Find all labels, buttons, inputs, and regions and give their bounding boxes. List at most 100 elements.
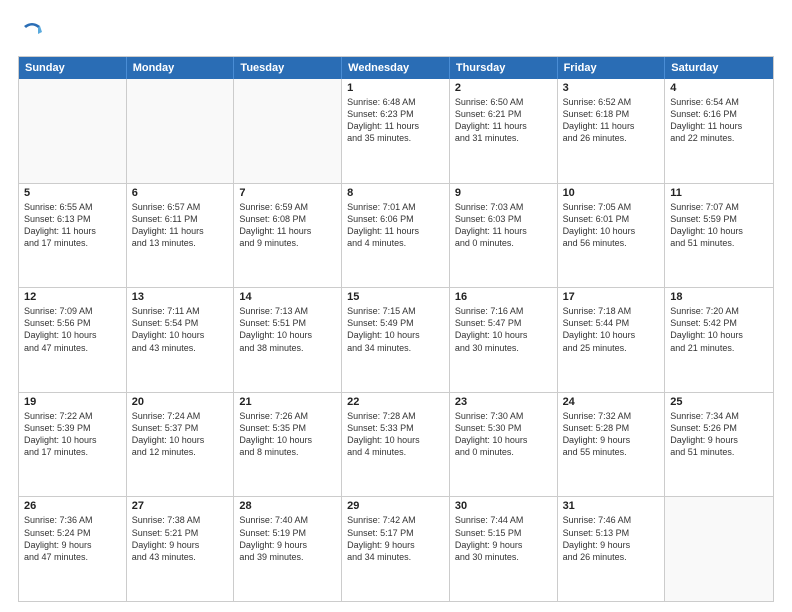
- calendar-cell: 8 Sunrise: 7:01 AM Sunset: 6:06 PM Daylig…: [342, 184, 450, 288]
- calendar-cell: 9Sunrise: 7:03 AM Sunset: 6:03 PM Daylig…: [450, 184, 558, 288]
- calendar-cell: 11 Sunrise: 7:07 AM Sunset: 5:59 PM Dayli…: [665, 184, 773, 288]
- calendar-cell: [234, 79, 342, 183]
- day-number: 30: [455, 500, 552, 512]
- day-number: 7: [239, 187, 336, 199]
- calendar-cell: 15 Sunrise: 7:15 AM Sunset: 5:49 PM Dayli…: [342, 288, 450, 392]
- calendar-header-cell: Monday: [127, 57, 235, 79]
- day-number: 13: [132, 291, 229, 303]
- cell-text: Sunrise: 7:18 AM Sunset: 5:44 PM Dayligh…: [563, 305, 660, 354]
- calendar-cell: [127, 79, 235, 183]
- cell-text: Sunrise: 7:01 AM Sunset: 6:06 PM Dayligh…: [347, 201, 444, 250]
- calendar-cell: 30 Sunrise: 7:44 AM Sunset: 5:15 PM Dayli…: [450, 497, 558, 601]
- day-number: 20: [132, 396, 229, 408]
- cell-text: Sunrise: 7:07 AM Sunset: 5:59 PM Dayligh…: [670, 201, 768, 250]
- cell-text: Sunrise: 7:15 AM Sunset: 5:49 PM Dayligh…: [347, 305, 444, 354]
- day-number: 3: [563, 82, 660, 94]
- cell-text: Sunrise: 7:40 AM Sunset: 5:19 PM Dayligh…: [239, 514, 336, 563]
- day-number: 5: [24, 187, 121, 199]
- cell-text: Sunrise: 6:48 AM Sunset: 6:23 PM Dayligh…: [347, 96, 444, 145]
- day-number: 21: [239, 396, 336, 408]
- day-number: 26: [24, 500, 121, 512]
- calendar-cell: 3 Sunrise: 6:52 AM Sunset: 6:18 PM Daylig…: [558, 79, 666, 183]
- cell-text: Sunrise: 7:16 AM Sunset: 5:47 PM Dayligh…: [455, 305, 552, 354]
- cell-text: Sunrise: 7:26 AM Sunset: 5:35 PM Dayligh…: [239, 410, 336, 459]
- cell-text: Sunrise: 7:44 AM Sunset: 5:15 PM Dayligh…: [455, 514, 552, 563]
- calendar-cell: 16 Sunrise: 7:16 AM Sunset: 5:47 PM Dayli…: [450, 288, 558, 392]
- calendar-cell: 27 Sunrise: 7:38 AM Sunset: 5:21 PM Dayli…: [127, 497, 235, 601]
- day-number: 1: [347, 82, 444, 94]
- cell-text: Sunrise: 7:38 AM Sunset: 5:21 PM Dayligh…: [132, 514, 229, 563]
- calendar-cell: 18 Sunrise: 7:20 AM Sunset: 5:42 PM Dayli…: [665, 288, 773, 392]
- cell-text: Sunrise: 7:03 AM Sunset: 6:03 PM Dayligh…: [455, 201, 552, 250]
- cell-text: Sunrise: 7:20 AM Sunset: 5:42 PM Dayligh…: [670, 305, 768, 354]
- calendar-cell: 23 Sunrise: 7:30 AM Sunset: 5:30 PM Dayli…: [450, 393, 558, 497]
- calendar-cell: 24Sunrise: 7:32 AM Sunset: 5:28 PM Dayli…: [558, 393, 666, 497]
- day-number: 19: [24, 396, 121, 408]
- calendar-cell: 1 Sunrise: 6:48 AM Sunset: 6:23 PM Daylig…: [342, 79, 450, 183]
- cell-text: Sunrise: 6:59 AM Sunset: 6:08 PM Dayligh…: [239, 201, 336, 250]
- day-number: 4: [670, 82, 768, 94]
- calendar-week: 1 Sunrise: 6:48 AM Sunset: 6:23 PM Daylig…: [19, 79, 773, 183]
- day-number: 23: [455, 396, 552, 408]
- calendar-cell: 31Sunrise: 7:46 AM Sunset: 5:13 PM Dayli…: [558, 497, 666, 601]
- cell-text: Sunrise: 6:54 AM Sunset: 6:16 PM Dayligh…: [670, 96, 768, 145]
- calendar-cell: 26 Sunrise: 7:36 AM Sunset: 5:24 PM Dayli…: [19, 497, 127, 601]
- day-number: 10: [563, 187, 660, 199]
- day-number: 27: [132, 500, 229, 512]
- calendar-body: 1 Sunrise: 6:48 AM Sunset: 6:23 PM Daylig…: [19, 79, 773, 601]
- calendar-cell: 20 Sunrise: 7:24 AM Sunset: 5:37 PM Dayli…: [127, 393, 235, 497]
- calendar-cell: 6 Sunrise: 6:57 AM Sunset: 6:11 PM Daylig…: [127, 184, 235, 288]
- day-number: 8: [347, 187, 444, 199]
- cell-text: Sunrise: 7:36 AM Sunset: 5:24 PM Dayligh…: [24, 514, 121, 563]
- calendar-cell: 25 Sunrise: 7:34 AM Sunset: 5:26 PM Dayli…: [665, 393, 773, 497]
- calendar: SundayMondayTuesdayWednesdayThursdayFrid…: [18, 56, 774, 602]
- calendar-week: 19 Sunrise: 7:22 AM Sunset: 5:39 PM Dayli…: [19, 392, 773, 497]
- calendar-cell: 17Sunrise: 7:18 AM Sunset: 5:44 PM Dayli…: [558, 288, 666, 392]
- cell-text: Sunrise: 6:52 AM Sunset: 6:18 PM Dayligh…: [563, 96, 660, 145]
- day-number: 16: [455, 291, 552, 303]
- calendar-cell: 10 Sunrise: 7:05 AM Sunset: 6:01 PM Dayli…: [558, 184, 666, 288]
- logo: [18, 18, 50, 46]
- calendar-header: SundayMondayTuesdayWednesdayThursdayFrid…: [19, 57, 773, 79]
- cell-text: Sunrise: 7:32 AM Sunset: 5:28 PM Dayligh…: [563, 410, 660, 459]
- calendar-header-cell: Wednesday: [342, 57, 450, 79]
- day-number: 12: [24, 291, 121, 303]
- cell-text: Sunrise: 6:57 AM Sunset: 6:11 PM Dayligh…: [132, 201, 229, 250]
- calendar-cell: 5 Sunrise: 6:55 AM Sunset: 6:13 PM Daylig…: [19, 184, 127, 288]
- day-number: 18: [670, 291, 768, 303]
- calendar-week: 12Sunrise: 7:09 AM Sunset: 5:56 PM Dayli…: [19, 287, 773, 392]
- calendar-cell: [665, 497, 773, 601]
- day-number: 28: [239, 500, 336, 512]
- calendar-cell: 14Sunrise: 7:13 AM Sunset: 5:51 PM Dayli…: [234, 288, 342, 392]
- day-number: 6: [132, 187, 229, 199]
- calendar-cell: [19, 79, 127, 183]
- calendar-header-cell: Sunday: [19, 57, 127, 79]
- calendar-cell: 28 Sunrise: 7:40 AM Sunset: 5:19 PM Dayli…: [234, 497, 342, 601]
- calendar-cell: 4 Sunrise: 6:54 AM Sunset: 6:16 PM Daylig…: [665, 79, 773, 183]
- cell-text: Sunrise: 6:55 AM Sunset: 6:13 PM Dayligh…: [24, 201, 121, 250]
- day-number: 31: [563, 500, 660, 512]
- cell-text: Sunrise: 7:28 AM Sunset: 5:33 PM Dayligh…: [347, 410, 444, 459]
- calendar-header-cell: Tuesday: [234, 57, 342, 79]
- page: SundayMondayTuesdayWednesdayThursdayFrid…: [0, 0, 792, 612]
- day-number: 25: [670, 396, 768, 408]
- calendar-cell: 19 Sunrise: 7:22 AM Sunset: 5:39 PM Dayli…: [19, 393, 127, 497]
- cell-text: Sunrise: 7:30 AM Sunset: 5:30 PM Dayligh…: [455, 410, 552, 459]
- calendar-cell: 2Sunrise: 6:50 AM Sunset: 6:21 PM Daylig…: [450, 79, 558, 183]
- calendar-week: 26 Sunrise: 7:36 AM Sunset: 5:24 PM Dayli…: [19, 496, 773, 601]
- day-number: 29: [347, 500, 444, 512]
- cell-text: Sunrise: 7:34 AM Sunset: 5:26 PM Dayligh…: [670, 410, 768, 459]
- calendar-cell: 22 Sunrise: 7:28 AM Sunset: 5:33 PM Dayli…: [342, 393, 450, 497]
- day-number: 11: [670, 187, 768, 199]
- day-number: 22: [347, 396, 444, 408]
- header: [18, 18, 774, 46]
- calendar-cell: 21 Sunrise: 7:26 AM Sunset: 5:35 PM Dayli…: [234, 393, 342, 497]
- day-number: 15: [347, 291, 444, 303]
- cell-text: Sunrise: 7:22 AM Sunset: 5:39 PM Dayligh…: [24, 410, 121, 459]
- cell-text: Sunrise: 7:24 AM Sunset: 5:37 PM Dayligh…: [132, 410, 229, 459]
- calendar-header-cell: Friday: [558, 57, 666, 79]
- cell-text: Sunrise: 7:05 AM Sunset: 6:01 PM Dayligh…: [563, 201, 660, 250]
- logo-icon: [18, 18, 46, 46]
- calendar-week: 5 Sunrise: 6:55 AM Sunset: 6:13 PM Daylig…: [19, 183, 773, 288]
- cell-text: Sunrise: 7:11 AM Sunset: 5:54 PM Dayligh…: [132, 305, 229, 354]
